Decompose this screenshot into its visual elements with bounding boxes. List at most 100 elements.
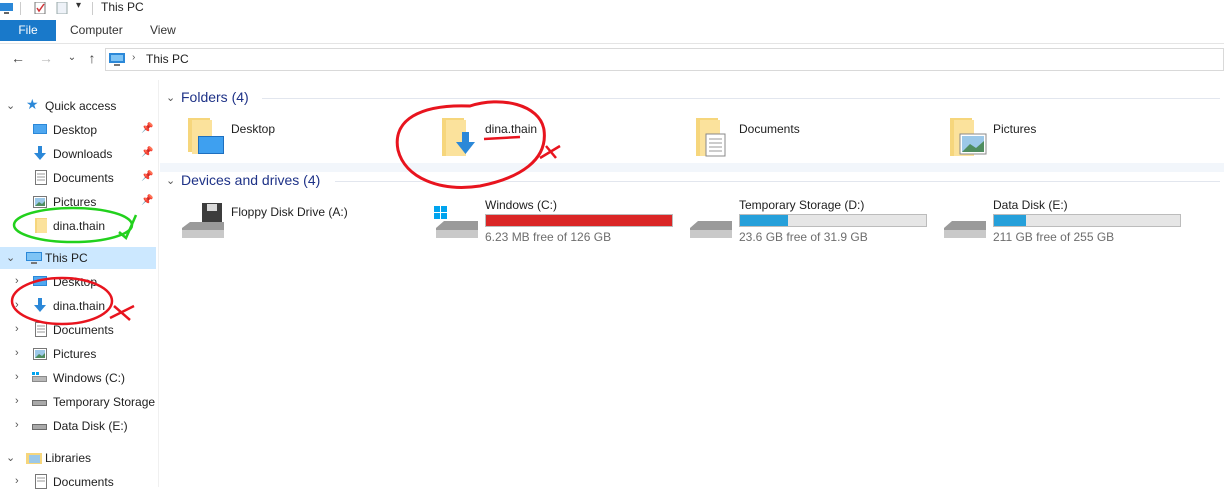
drive-label: Temporary Storage (D:) bbox=[739, 198, 865, 212]
folder-label: dina.thain bbox=[485, 122, 538, 136]
chevron-down-icon[interactable]: ⌄ bbox=[6, 99, 15, 112]
pin-icon: 📌 bbox=[141, 171, 154, 182]
folder-documents[interactable]: Documents bbox=[692, 116, 892, 160]
nav-pc-documents[interactable]: › Documents bbox=[0, 319, 156, 341]
forward-button[interactable]: → bbox=[38, 50, 54, 66]
chevron-down-icon[interactable]: ⌄ bbox=[166, 91, 175, 104]
window-title: This PC bbox=[101, 0, 144, 14]
chevron-down-icon[interactable]: ⌄ bbox=[6, 451, 15, 464]
drive-icon bbox=[944, 221, 986, 238]
chevron-right-icon[interactable]: › bbox=[15, 299, 19, 311]
drive-free-space: 23.6 GB free of 31.9 GB bbox=[739, 230, 868, 244]
nav-label: Desktop bbox=[53, 275, 98, 289]
nav-label: Downloads bbox=[53, 147, 113, 161]
chevron-right-icon[interactable]: › bbox=[15, 395, 19, 407]
drive-label: Floppy Disk Drive (A:) bbox=[231, 205, 348, 219]
folder-downloads-icon bbox=[442, 118, 475, 156]
drive-usage-fill bbox=[486, 215, 672, 226]
drive-item[interactable]: Temporary Storage (D:) 23.6 GB free of 31… bbox=[688, 198, 938, 244]
folder-desktop-icon bbox=[188, 118, 224, 154]
nav-pc-windows-c[interactable]: › Windows (C:) bbox=[0, 367, 156, 389]
document-icon bbox=[35, 170, 47, 185]
nav-quick-documents[interactable]: Documents 📌 bbox=[0, 167, 156, 189]
group-divider bbox=[262, 98, 1220, 99]
folder-label: Documents bbox=[739, 122, 800, 136]
chevron-right-icon[interactable]: › bbox=[15, 419, 19, 431]
folder-desktop[interactable]: Desktop bbox=[184, 116, 384, 160]
properties-icon[interactable] bbox=[34, 2, 47, 14]
chevron-right-icon[interactable]: › bbox=[15, 347, 19, 359]
chevron-right-icon[interactable]: › bbox=[15, 475, 19, 487]
chevron-right-icon[interactable]: › bbox=[15, 371, 19, 383]
nav-label: Quick access bbox=[45, 99, 117, 113]
nav-quick-dina-thain[interactable]: dina.thain bbox=[0, 215, 156, 237]
drive-floppy-a[interactable]: Floppy Disk Drive (A:) bbox=[180, 200, 410, 244]
chevron-right-icon[interactable]: › bbox=[15, 323, 19, 335]
drive-free-space: 211 GB free of 255 GB bbox=[993, 230, 1115, 244]
this-pc-icon bbox=[109, 53, 125, 66]
nav-label: Data Disk (E:) bbox=[53, 419, 128, 433]
picture-icon bbox=[33, 196, 47, 208]
nav-quick-downloads[interactable]: Downloads 📌 bbox=[0, 143, 156, 165]
ribbon bbox=[0, 18, 1224, 44]
group-header-devices[interactable]: Devices and drives (4) bbox=[181, 172, 320, 188]
nav-label: Desktop bbox=[53, 123, 98, 137]
nav-lib-documents[interactable]: › Documents bbox=[0, 471, 156, 493]
nav-quick-access[interactable]: ⌄ ★ Quick access bbox=[0, 95, 156, 117]
folder-icon bbox=[35, 218, 47, 233]
nav-quick-desktop[interactable]: Desktop 📌 bbox=[0, 119, 156, 141]
nav-label: dina.thain bbox=[53, 299, 106, 313]
breadcrumb-chevron-icon[interactable]: › bbox=[132, 52, 135, 63]
drive-label: Windows (C:) bbox=[485, 198, 558, 212]
tab-view[interactable]: View bbox=[150, 20, 176, 41]
chevron-down-icon[interactable]: ⌄ bbox=[6, 251, 15, 264]
up-button[interactable]: ↑ bbox=[84, 50, 100, 66]
nav-label: dina.thain bbox=[53, 219, 106, 233]
folder-pictures[interactable]: Pictures bbox=[946, 116, 1146, 160]
drive-icon bbox=[32, 424, 47, 430]
picture-icon bbox=[33, 348, 47, 360]
nav-label: Documents bbox=[53, 323, 114, 337]
back-button[interactable]: ← bbox=[10, 50, 26, 66]
nav-this-pc[interactable]: ⌄ This PC bbox=[0, 247, 156, 269]
nav-label: Pictures bbox=[53, 195, 97, 209]
nav-pc-dina-thain[interactable]: › dina.thain bbox=[0, 295, 156, 317]
nav-pc-pictures[interactable]: › Pictures bbox=[0, 343, 156, 365]
nav-pc-data-disk[interactable]: › Data Disk (E:) bbox=[0, 415, 156, 437]
nav-label: Temporary Storage bbox=[53, 395, 156, 409]
desktop-icon bbox=[33, 124, 47, 134]
nav-label: Documents bbox=[53, 171, 114, 185]
tab-file[interactable]: File bbox=[0, 20, 56, 41]
drive-icon bbox=[690, 221, 732, 238]
nav-libraries[interactable]: ⌄ Libraries bbox=[0, 447, 156, 469]
tab-computer[interactable]: Computer bbox=[70, 20, 123, 41]
group-header-folders[interactable]: Folders (4) bbox=[181, 89, 249, 105]
drive-item[interactable]: Data Disk (E:) 211 GB free of 255 GB bbox=[942, 198, 1192, 244]
chevron-down-icon[interactable]: ⌄ bbox=[166, 174, 175, 187]
drive-icon bbox=[32, 400, 47, 406]
pin-icon: 📌 bbox=[141, 195, 154, 206]
drive-usage-fill bbox=[994, 215, 1026, 226]
nav-label: This PC bbox=[45, 251, 88, 265]
nav-quick-pictures[interactable]: Pictures 📌 bbox=[0, 191, 156, 213]
chevron-right-icon[interactable]: › bbox=[15, 275, 19, 287]
pin-icon: 📌 bbox=[141, 123, 154, 134]
recent-locations-icon[interactable]: ⌄ bbox=[64, 50, 80, 66]
customize-toolbar-icon[interactable]: ▾ bbox=[76, 0, 81, 11]
address-bar[interactable]: › This PC bbox=[105, 48, 1224, 71]
drive-free-space: 6.23 MB free of 126 GB bbox=[485, 230, 612, 244]
folder-dina-thain[interactable]: dina.thain bbox=[438, 116, 638, 160]
new-folder-icon[interactable] bbox=[56, 2, 69, 14]
libraries-icon bbox=[26, 453, 42, 464]
drive-usage-bar bbox=[993, 214, 1181, 227]
folder-documents-icon bbox=[696, 118, 726, 157]
nav-label: Pictures bbox=[53, 347, 97, 361]
drive-usage-bar bbox=[739, 214, 927, 227]
nav-pc-temporary-storage[interactable]: › Temporary Storage bbox=[0, 391, 156, 413]
this-pc-icon bbox=[26, 252, 42, 264]
windows-drive-icon bbox=[434, 206, 478, 238]
drive-item[interactable]: Windows (C:) 6.23 MB free of 126 GB bbox=[434, 198, 684, 244]
nav-pc-desktop[interactable]: › Desktop bbox=[0, 271, 156, 293]
breadcrumb-this-pc[interactable]: This PC bbox=[146, 52, 189, 66]
document-icon bbox=[35, 322, 47, 337]
